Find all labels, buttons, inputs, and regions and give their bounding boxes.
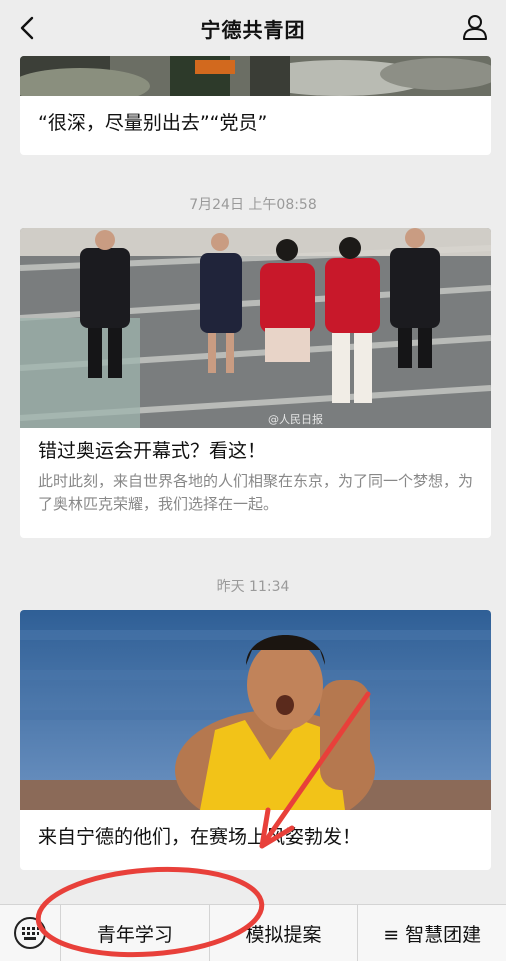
- article-title: “很深，尽量别出去”“党员”: [38, 112, 268, 134]
- article-image: [20, 56, 491, 96]
- page-title: 宁德共青团: [200, 17, 306, 42]
- timestamp: 昨天 11:34: [216, 579, 290, 595]
- image-watermark: @人民日报: [268, 412, 323, 426]
- article-card[interactable]: 来自宁德的他们，在赛场上风姿勃发！: [20, 610, 491, 870]
- bottom-menu-bar: 青年学习 模拟提案 ≡ 智慧团建: [0, 904, 506, 961]
- article-title: 错过奥运会开幕式？看这！: [38, 440, 267, 462]
- article-card[interactable]: “很深，尽量别出去”“党员”: [20, 56, 491, 155]
- article-image: [20, 610, 491, 810]
- article-title: 来自宁德的他们，在赛场上风姿勃发！: [38, 826, 362, 848]
- article-summary: 此时此刻，来自世界各地的人们相聚在东京，为了同一个梦想，为了奥林匹克荣耀，我们选…: [38, 472, 474, 513]
- user-profile-icon[interactable]: [460, 12, 490, 42]
- timestamp: 7月24日 上午08:58: [189, 197, 317, 213]
- menu-item-youth-study[interactable]: 青年学习: [61, 905, 210, 961]
- back-arrow-icon[interactable]: [14, 14, 42, 42]
- menu-item-mock-proposal[interactable]: 模拟提案: [210, 905, 359, 961]
- top-bar: 宁德共青团: [0, 0, 506, 56]
- article-image: @人民日报: [20, 228, 491, 428]
- keyboard-toggle-button[interactable]: [0, 905, 61, 961]
- article-card[interactable]: @人民日报 错过奥运会开幕式？看这！ 此时此刻，来自世界各地的人们相聚在东京，为…: [20, 228, 491, 538]
- keyboard-icon: [14, 917, 46, 949]
- menu-item-smart-league[interactable]: ≡ 智慧团建: [358, 905, 506, 961]
